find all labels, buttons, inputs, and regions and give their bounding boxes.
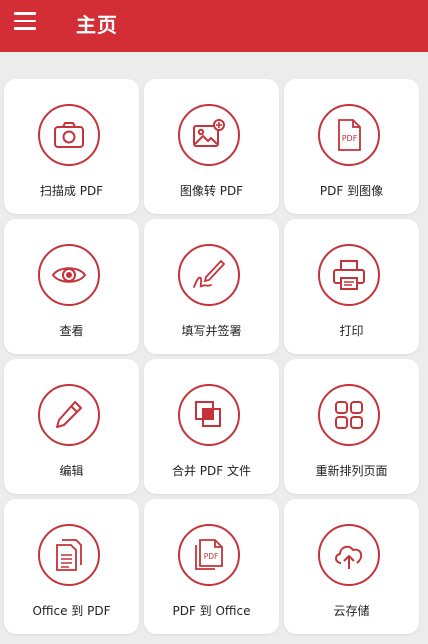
- printer-icon: [318, 244, 380, 306]
- tile-label: PDF 到 Office: [172, 604, 251, 618]
- page-title: 主页: [76, 13, 118, 37]
- pencil-icon: [38, 384, 100, 446]
- tile-label: Office 到 PDF: [32, 604, 111, 618]
- tile-image-to-pdf[interactable]: 图像转 PDF: [144, 79, 279, 214]
- tile-label: 扫描成 PDF: [39, 184, 104, 198]
- svg-text:PDF: PDF: [342, 134, 358, 143]
- app-header: 主页: [0, 0, 428, 52]
- tile-label: 合并 PDF 文件: [171, 464, 251, 478]
- tile-label: 云存储: [333, 604, 370, 618]
- tile-pdf-to-office[interactable]: PDF PDF 到 Office: [144, 499, 279, 634]
- tile-label: 打印: [339, 324, 364, 338]
- document-icon: [38, 524, 100, 586]
- tile-label: PDF 到图像: [319, 184, 384, 198]
- svg-text:PDF: PDF: [204, 552, 219, 561]
- tile-view[interactable]: 查看: [4, 219, 139, 354]
- grid-icon: [318, 384, 380, 446]
- tile-label: 重新排列页面: [315, 464, 388, 478]
- signature-icon: [178, 244, 240, 306]
- camera-icon: [38, 104, 100, 166]
- tile-merge-pdf[interactable]: 合并 PDF 文件: [144, 359, 279, 494]
- tile-print[interactable]: 打印: [284, 219, 419, 354]
- tile-office-to-pdf[interactable]: Office 到 PDF: [4, 499, 139, 634]
- cloud-upload-icon: [318, 524, 380, 586]
- eye-icon: [38, 244, 100, 306]
- tile-pdf-to-image[interactable]: PDF PDF 到图像: [284, 79, 419, 214]
- tile-label: 编辑: [59, 464, 84, 478]
- tile-label: 图像转 PDF: [179, 184, 244, 198]
- feature-grid: 扫描成 PDF 图像转 PDF PDF PDF 到图像 查看 填写并签署 打印 …: [4, 79, 420, 634]
- tile-reorder-pages[interactable]: 重新排列页面: [284, 359, 419, 494]
- menu-icon[interactable]: [14, 12, 36, 30]
- tile-scan-to-pdf[interactable]: 扫描成 PDF: [4, 79, 139, 214]
- tile-fill-and-sign[interactable]: 填写并签署: [144, 219, 279, 354]
- merge-icon: [178, 384, 240, 446]
- tile-label: 查看: [59, 324, 84, 338]
- tile-cloud-storage[interactable]: 云存储: [284, 499, 419, 634]
- tile-edit[interactable]: 编辑: [4, 359, 139, 494]
- image-add-icon: [178, 104, 240, 166]
- pdf-file-icon: PDF: [318, 104, 380, 166]
- tile-label: 填写并签署: [181, 324, 242, 338]
- pdf-stack-icon: PDF: [178, 524, 240, 586]
